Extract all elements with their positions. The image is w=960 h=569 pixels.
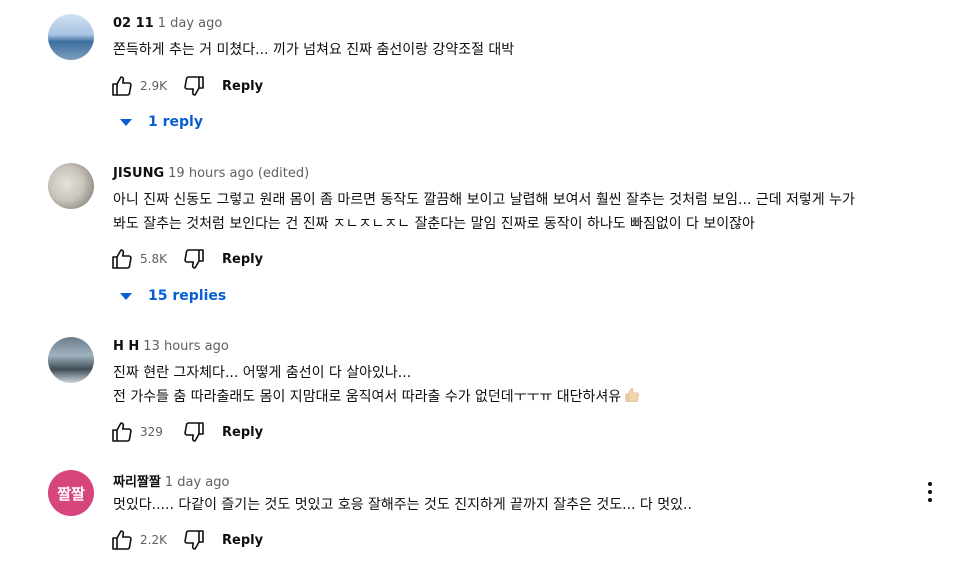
like-count: 329 [140, 425, 163, 439]
dislike-button[interactable] [180, 418, 208, 446]
like-count: 2.2K [140, 533, 167, 547]
dislike-button[interactable] [180, 245, 208, 273]
comment-text: 쫀득하게 추는 거 미쳤다... 끼가 넘쳐요 진짜 춤선이랑 강약조절 대박 [113, 38, 514, 62]
dislike-button[interactable] [180, 72, 208, 100]
like-button[interactable] [108, 526, 136, 554]
thumbs-up-emoji [625, 387, 640, 403]
thumbs-up-icon [112, 249, 132, 269]
timestamp[interactable]: 19 hours ago (edited) [168, 166, 309, 181]
comment-actions: 5.8K Reply [108, 245, 263, 273]
replies-label: 1 reply [148, 114, 203, 130]
thumbs-down-icon [184, 249, 204, 269]
comment-line: 전 가수들 춤 따라출래도 몸이 지맘대로 움직여서 따라출 수가 없던데ㅜㅜㅠ… [113, 385, 641, 409]
reply-button[interactable]: Reply [222, 79, 263, 94]
comment-text: 멋있다..... 다같이 즐기는 것도 멋있고 호응 잘해주는 것도 진지하게 … [113, 493, 692, 517]
comment-actions: 2.2K Reply [108, 526, 263, 554]
comment-line: 쫀득하게 추는 거 미쳤다... 끼가 넘쳐요 진짜 춤선이랑 강약조절 대박 [113, 42, 515, 58]
avatar[interactable] [48, 163, 94, 209]
like-button[interactable] [108, 418, 136, 446]
thumbs-up-icon [112, 76, 132, 96]
comment-line: 진짜 현란 그자체다... 어떻게 춤선이 다 살아있나... [113, 365, 412, 381]
thumbs-down-icon [184, 530, 204, 550]
timestamp[interactable]: 13 hours ago [143, 339, 229, 354]
menu-dot [928, 482, 932, 486]
comment-header: H H 13 hours ago [113, 339, 229, 354]
reply-button[interactable]: Reply [222, 533, 263, 548]
comment-header: 02 11 1 day ago [113, 16, 222, 31]
like-count: 5.8K [140, 252, 167, 266]
caret-down-icon [120, 292, 132, 300]
comment-header: JISUNG 19 hours ago (edited) [113, 166, 309, 181]
thumbs-up-icon [112, 530, 132, 550]
thumbs-down-icon [184, 76, 204, 96]
reply-button[interactable]: Reply [222, 425, 263, 440]
caret-down-icon [120, 118, 132, 126]
comment-text: 진짜 현란 그자체다... 어떻게 춤선이 다 살아있나... 전 가수들 춤 … [113, 361, 641, 409]
comment-line: 봐도 잘추는 것처럼 보인다는 건 진짜 ㅈㄴㅈㄴㅈㄴ 잘춘다는 말임 진짜로 … [113, 216, 755, 232]
avatar[interactable] [48, 14, 94, 60]
replies-label: 15 replies [148, 288, 227, 304]
view-replies-button[interactable]: 1 reply [118, 114, 203, 130]
comment-actions: 2.9K Reply [108, 72, 263, 100]
comment-line: 아니 진짜 신동도 그렇고 원래 몸이 좀 마르면 동작도 깔끔해 보이고 날렵… [113, 192, 855, 208]
menu-dot [928, 490, 932, 494]
like-button[interactable] [108, 245, 136, 273]
like-button[interactable] [108, 72, 136, 100]
dislike-button[interactable] [180, 526, 208, 554]
view-replies-button[interactable]: 15 replies [118, 288, 226, 304]
comment-actions: 329 Reply [108, 418, 263, 446]
author-name[interactable]: 02 11 [113, 16, 154, 31]
comment-text: 아니 진짜 신동도 그렇고 원래 몸이 좀 마르면 동작도 깔끔해 보이고 날렵… [113, 188, 855, 236]
more-vertical-icon[interactable] [926, 482, 934, 502]
avatar[interactable]: 짤짤 [48, 470, 94, 516]
reply-button[interactable]: Reply [222, 252, 263, 267]
avatar-initials: 짤짤 [57, 484, 85, 503]
comment-header: 짜리짤짤 1 day ago [113, 471, 229, 490]
comment-line-text: 전 가수들 춤 따라출래도 몸이 지맘대로 움직여서 따라출 수가 없던데ㅜㅜㅠ… [113, 389, 622, 405]
author-name[interactable]: JISUNG [113, 166, 164, 181]
author-name[interactable]: 짜리짤짤 [113, 475, 161, 490]
avatar[interactable] [48, 337, 94, 383]
like-count: 2.9K [140, 79, 167, 93]
timestamp[interactable]: 1 day ago [158, 16, 223, 31]
author-name[interactable]: H H [113, 339, 139, 354]
comment-line: 멋있다..... 다같이 즐기는 것도 멋있고 호응 잘해주는 것도 진지하게 … [113, 497, 692, 513]
thumbs-down-icon [184, 422, 204, 442]
thumbs-up-icon [112, 422, 132, 442]
menu-dot [928, 498, 932, 502]
timestamp[interactable]: 1 day ago [165, 475, 230, 490]
